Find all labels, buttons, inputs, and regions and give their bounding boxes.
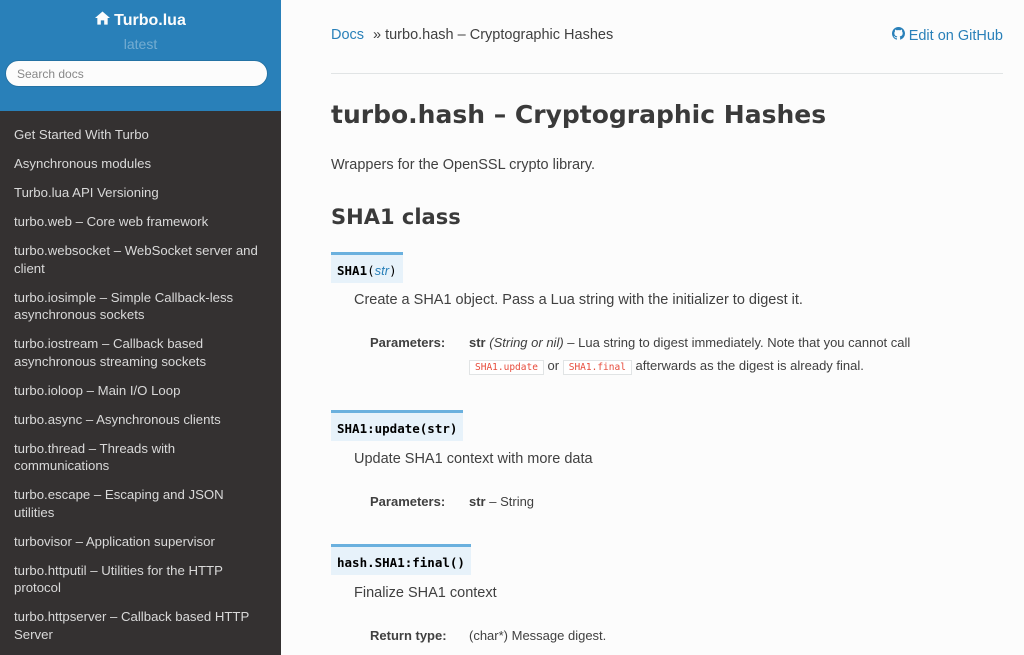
- sha1-parameters: Parameters: str (String or nil) – Lua st…: [370, 335, 910, 379]
- final-description: Finalize SHA1 context: [354, 585, 497, 601]
- main-content: Docs » turbo.hash – Cryptographic Hashes…: [281, 0, 1024, 655]
- home-icon: [95, 11, 111, 30]
- version-label: latest: [123, 36, 158, 52]
- sha1-description: Create a SHA1 object. Pass a Lua string …: [354, 292, 803, 308]
- param-text: – String: [485, 494, 535, 509]
- field-label: Parameters:: [370, 494, 446, 509]
- sidebar: Turbo.lua latest Get Started With Turbo …: [0, 0, 281, 655]
- sidebar-nav: Get Started With Turbo Asynchronous modu…: [0, 111, 281, 643]
- nav-item-turbo-web[interactable]: turbo.web – Core web framework: [0, 213, 281, 231]
- nav-item-turbovisor[interactable]: turbovisor – Application supervisor: [0, 533, 281, 551]
- nav-item-turbo-iosimple[interactable]: turbo.iosimple – Simple Callback-less as…: [0, 289, 281, 324]
- update-parameters: Parameters: str – String: [370, 494, 534, 509]
- nav-item-api-versioning[interactable]: Turbo.lua API Versioning: [0, 184, 281, 202]
- signature-param: str: [374, 262, 390, 278]
- breadcrumb: Docs » turbo.hash – Cryptographic Hashes…: [331, 0, 1003, 74]
- signature-sha1-update: SHA1:update(str): [331, 410, 464, 441]
- field-label: Return type:: [370, 628, 447, 643]
- nav-item-turbo-iostream[interactable]: turbo.iostream – Callback based asynchro…: [0, 335, 281, 370]
- signature-sha1-final: hash.SHA1:final(): [331, 544, 471, 575]
- param-name: str: [469, 494, 486, 509]
- signature-sha1: SHA1(str): [331, 252, 403, 283]
- section-heading: SHA1 class: [331, 205, 461, 229]
- or-text: or: [543, 358, 563, 373]
- page-intro: Wrappers for the OpenSSL crypto library.: [331, 157, 596, 173]
- param-text-cont: afterwards as the digest is already fina…: [631, 358, 864, 373]
- nav-item-turbo-httpserver[interactable]: turbo.httpserver – Callback based HTTP S…: [0, 608, 281, 643]
- nav-item-get-started[interactable]: Get Started With Turbo: [0, 126, 281, 144]
- nav-item-async-modules[interactable]: Asynchronous modules: [0, 155, 281, 173]
- github-icon: [891, 27, 905, 44]
- search-input[interactable]: [5, 60, 268, 87]
- sidebar-header: Turbo.lua latest: [0, 0, 281, 111]
- field-label: Parameters:: [370, 335, 446, 350]
- update-description: Update SHA1 context with more data: [354, 451, 593, 467]
- field-body: (char*) Message digest.: [469, 628, 607, 643]
- brand-name: Turbo.lua: [114, 11, 186, 29]
- brand-link[interactable]: Turbo.lua: [95, 11, 186, 30]
- breadcrumb-docs-link[interactable]: Docs: [331, 27, 364, 43]
- code-sha1-final: SHA1.final: [562, 360, 632, 375]
- nav-item-turbo-websocket[interactable]: turbo.websocket – WebSocket server and c…: [0, 242, 281, 277]
- code-sha1-update: SHA1.update: [469, 360, 544, 375]
- edit-on-github-link[interactable]: Edit on GitHub: [891, 27, 1003, 44]
- signature-open-paren: (: [367, 262, 375, 278]
- edit-on-github-label: Edit on GitHub: [908, 27, 1003, 44]
- nav-item-turbo-ioloop[interactable]: turbo.ioloop – Main I/O Loop: [0, 382, 281, 400]
- signature-close-paren: ): [389, 262, 397, 278]
- param-text: – Lua string to digest immediately. Note…: [563, 335, 911, 350]
- breadcrumb-current: » turbo.hash – Cryptographic Hashes: [373, 27, 614, 43]
- signature-name: SHA1: [337, 262, 368, 278]
- nav-item-turbo-escape[interactable]: turbo.escape – Escaping and JSON utiliti…: [0, 486, 281, 521]
- param-type: (String or nil): [489, 335, 564, 350]
- param-name: str: [469, 335, 486, 350]
- field-body: str (String or nil) – Lua string to dige…: [469, 331, 910, 379]
- field-body: str – String: [469, 494, 534, 509]
- final-return-type: Return type: (char*) Message digest.: [370, 628, 606, 643]
- page-title: turbo.hash – Cryptographic Hashes: [331, 100, 827, 129]
- nav-item-turbo-httputil[interactable]: turbo.httputil – Utilities for the HTTP …: [0, 562, 281, 597]
- nav-item-turbo-async[interactable]: turbo.async – Asynchronous clients: [0, 411, 281, 429]
- nav-item-turbo-thread[interactable]: turbo.thread – Threads with communicatio…: [0, 440, 281, 475]
